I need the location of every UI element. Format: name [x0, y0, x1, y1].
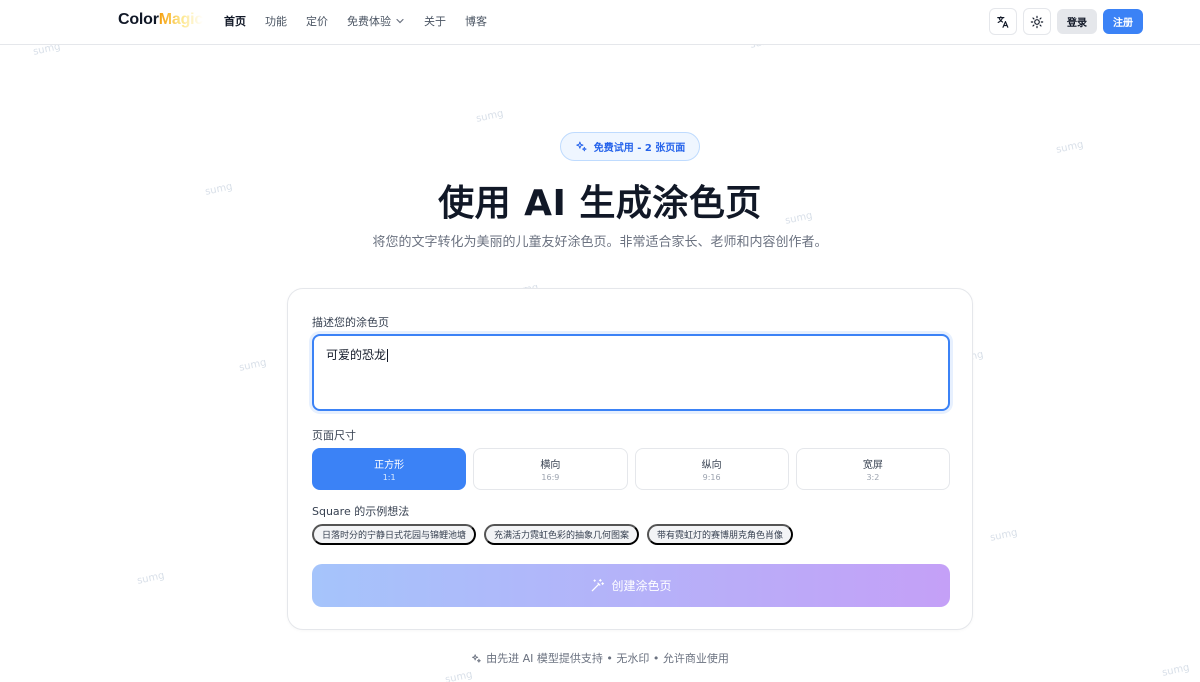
- example-idea-chip[interactable]: 带有霓虹灯的赛博朋克角色肖像: [647, 524, 794, 545]
- nav-item-features[interactable]: 功能: [265, 13, 287, 29]
- nav-item-label: 免费体验: [347, 15, 391, 28]
- language-button[interactable]: [989, 8, 1017, 35]
- nav-item-free-trial[interactable]: 免费体验: [347, 13, 405, 29]
- nav-item-label: 博客: [465, 15, 487, 28]
- free-trial-badge: 免费试用 - 2 张页面: [560, 132, 700, 161]
- nav-item-home[interactable]: 首页: [224, 13, 246, 29]
- example-idea-chip[interactable]: 充满活力霓虹色彩的抽象几何图案: [484, 524, 640, 545]
- size-option-portrait[interactable]: 纵向 9:16: [634, 448, 789, 490]
- size-option-square[interactable]: 正方形 1:1: [312, 448, 467, 490]
- size-option-name: 横向: [540, 460, 561, 471]
- brand-name-part1: Color: [118, 11, 159, 28]
- theme-toggle-button[interactable]: [1023, 8, 1051, 35]
- badge-label: 免费试用 - 2 张页面: [593, 143, 686, 154]
- nav-item-label: 首页: [224, 15, 246, 28]
- login-button[interactable]: 登录: [1057, 9, 1097, 34]
- watermark: sumg: [989, 527, 1019, 544]
- page-subtitle: 将您的文字转化为美丽的儿童友好涂色页。非常适合家长、老师和内容创作者。: [372, 235, 828, 250]
- nav-item-label: 关于: [424, 15, 446, 28]
- site-header: ColorMagic 首页 功能 定价 免费体验 关于 博客 登录 注册: [0, 0, 1200, 45]
- powered-by-text: 由先进 AI 模型提供支持 • 无水印 • 允许商业使用: [486, 652, 729, 665]
- chevron-down-icon: [396, 18, 404, 24]
- page-title: 使用 AI 生成涂色页: [438, 183, 762, 224]
- powered-by-note: 由先进 AI 模型提供支持 • 无水印 • 允许商业使用: [0, 650, 1200, 666]
- size-option-ratio: 1:1: [382, 473, 396, 482]
- size-option-ratio: 16:9: [541, 473, 560, 482]
- page-size-label: 页面尺寸: [312, 429, 356, 442]
- magic-wand-icon: [592, 578, 605, 592]
- brand-name-part2: Magic: [158, 11, 204, 28]
- nav-item-label: 功能: [265, 15, 287, 28]
- size-option-landscape[interactable]: 横向 16:9: [473, 448, 628, 490]
- example-idea-chip[interactable]: 日落时分的宁静日式花园与锦鲤池塘: [312, 524, 477, 545]
- nav-item-blog[interactable]: 博客: [465, 13, 487, 29]
- text-caret: [387, 349, 389, 362]
- watermark: sumg: [1055, 139, 1085, 156]
- main-nav: 首页 功能 定价 免费体验 关于 博客: [224, 0, 487, 42]
- sparkles-icon: [472, 653, 481, 663]
- size-option-name: 宽屏: [862, 460, 883, 471]
- sun-icon: [1030, 15, 1044, 28]
- translate-icon: [997, 15, 1009, 28]
- nav-item-label: 定价: [306, 15, 328, 28]
- sparkles-icon: [576, 141, 587, 152]
- example-ideas: 日落时分的宁静日式花园与锦鲤池塘 充满活力霓虹色彩的抽象几何图案 带有霓虹灯的赛…: [312, 524, 794, 545]
- size-option-ratio: 9:16: [702, 473, 721, 482]
- examples-label: Square 的示例想法: [312, 505, 410, 518]
- brand-logo[interactable]: ColorMagic: [118, 11, 203, 29]
- size-option-ratio: 3:2: [866, 473, 880, 482]
- prompt-textarea[interactable]: 可爱的恐龙: [312, 334, 950, 411]
- watermark: sumg: [444, 669, 474, 682]
- size-option-name: 纵向: [701, 460, 722, 471]
- watermark: sumg: [475, 108, 505, 125]
- create-button-label: 创建涂色页: [611, 579, 672, 593]
- signup-button[interactable]: 注册: [1103, 9, 1143, 34]
- nav-item-about[interactable]: 关于: [424, 13, 446, 29]
- prompt-label: 描述您的涂色页: [312, 316, 389, 329]
- size-option-name: 正方形: [374, 460, 405, 471]
- prompt-value: 可爱的恐龙: [326, 348, 387, 362]
- generator-card: 描述您的涂色页 可爱的恐龙 页面尺寸 正方形 1:1 横向 16:9 纵向 9:…: [287, 288, 973, 630]
- create-coloring-page-button[interactable]: 创建涂色页: [312, 564, 950, 607]
- nav-item-pricing[interactable]: 定价: [306, 13, 328, 29]
- size-option-widescreen[interactable]: 宽屏 3:2: [795, 448, 950, 490]
- page-size-options: 正方形 1:1 横向 16:9 纵向 9:16 宽屏 3:2: [312, 448, 950, 490]
- watermark: sumg: [136, 570, 166, 587]
- watermark: sumg: [238, 357, 268, 374]
- header-actions: 登录 注册: [989, 8, 1143, 35]
